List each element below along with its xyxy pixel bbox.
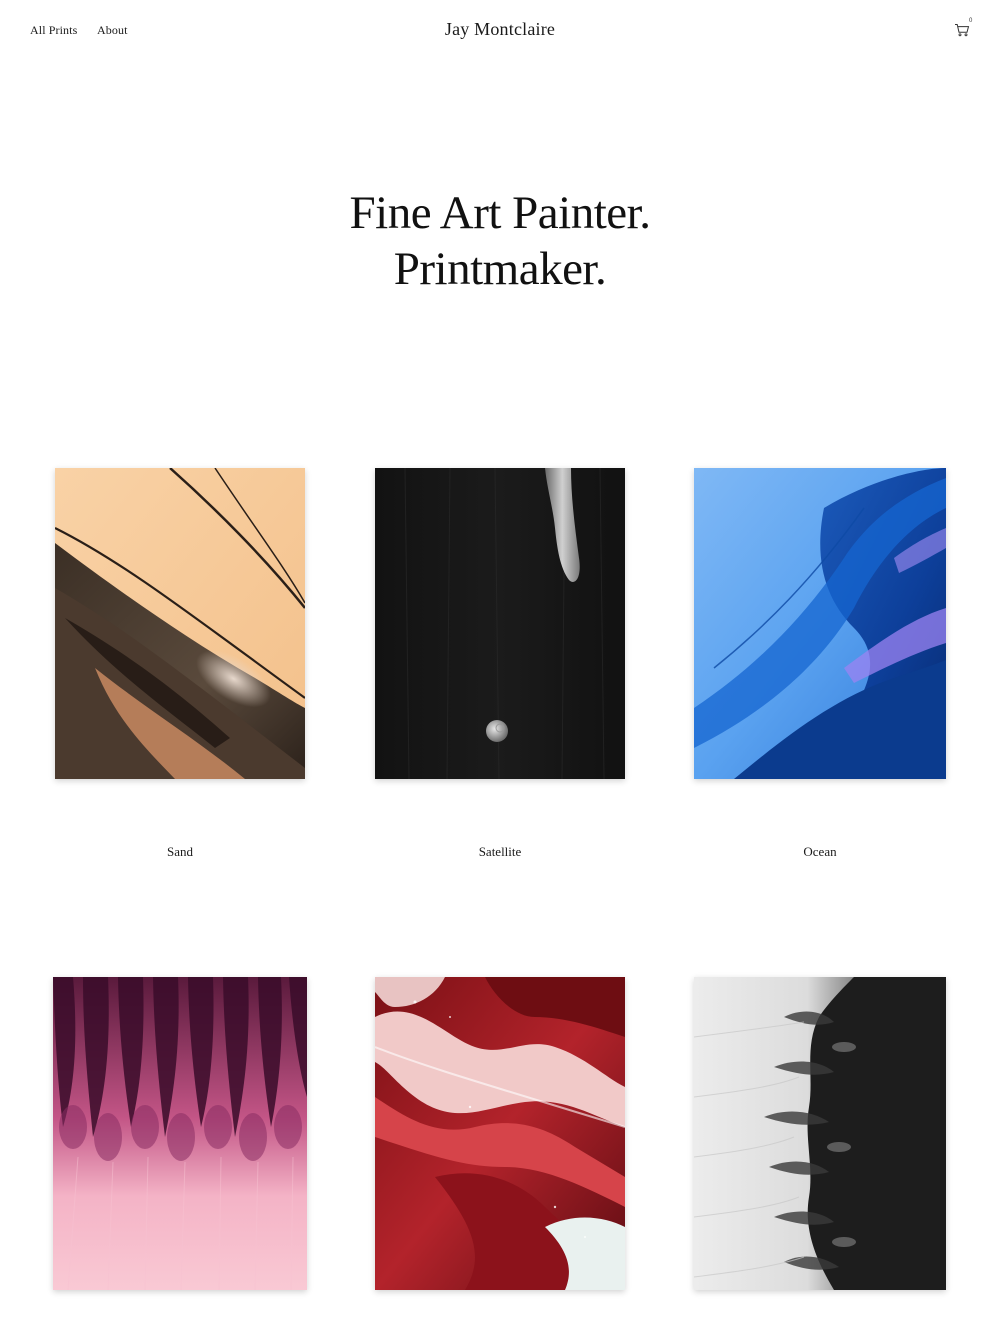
product-image-6[interactable] — [694, 977, 946, 1290]
product-image-4[interactable] — [53, 977, 307, 1290]
product-image-5[interactable] — [375, 977, 625, 1290]
product-image-satellite[interactable] — [375, 468, 625, 779]
product-title-satellite[interactable]: Satellite — [375, 844, 625, 860]
cart-button[interactable]: 0 — [954, 18, 976, 40]
product-image-ocean[interactable] — [694, 468, 946, 779]
sand-artwork — [55, 468, 305, 779]
product-title-ocean[interactable]: Ocean — [695, 844, 945, 860]
cart-count: 0 — [969, 18, 973, 24]
red-artwork — [375, 977, 625, 1290]
product-title-sand[interactable]: Sand — [55, 844, 305, 860]
hero-line-2: Printmaker. — [393, 243, 607, 295]
mono-artwork — [694, 977, 946, 1290]
site-title-container: Jay Montclaire — [0, 19, 1000, 40]
product-image-sand[interactable] — [55, 468, 305, 779]
site-header: All Prints About Jay Montclaire 0 — [0, 0, 1000, 62]
pink-artwork — [53, 977, 307, 1290]
hero: Fine Art Painter. Printmaker. — [0, 185, 1000, 297]
ocean-artwork — [694, 468, 946, 779]
site-title[interactable]: Jay Montclaire — [445, 19, 555, 39]
satellite-artwork — [375, 468, 625, 779]
cart-icon — [955, 24, 970, 37]
hero-line-1: Fine Art Painter. — [349, 187, 651, 239]
